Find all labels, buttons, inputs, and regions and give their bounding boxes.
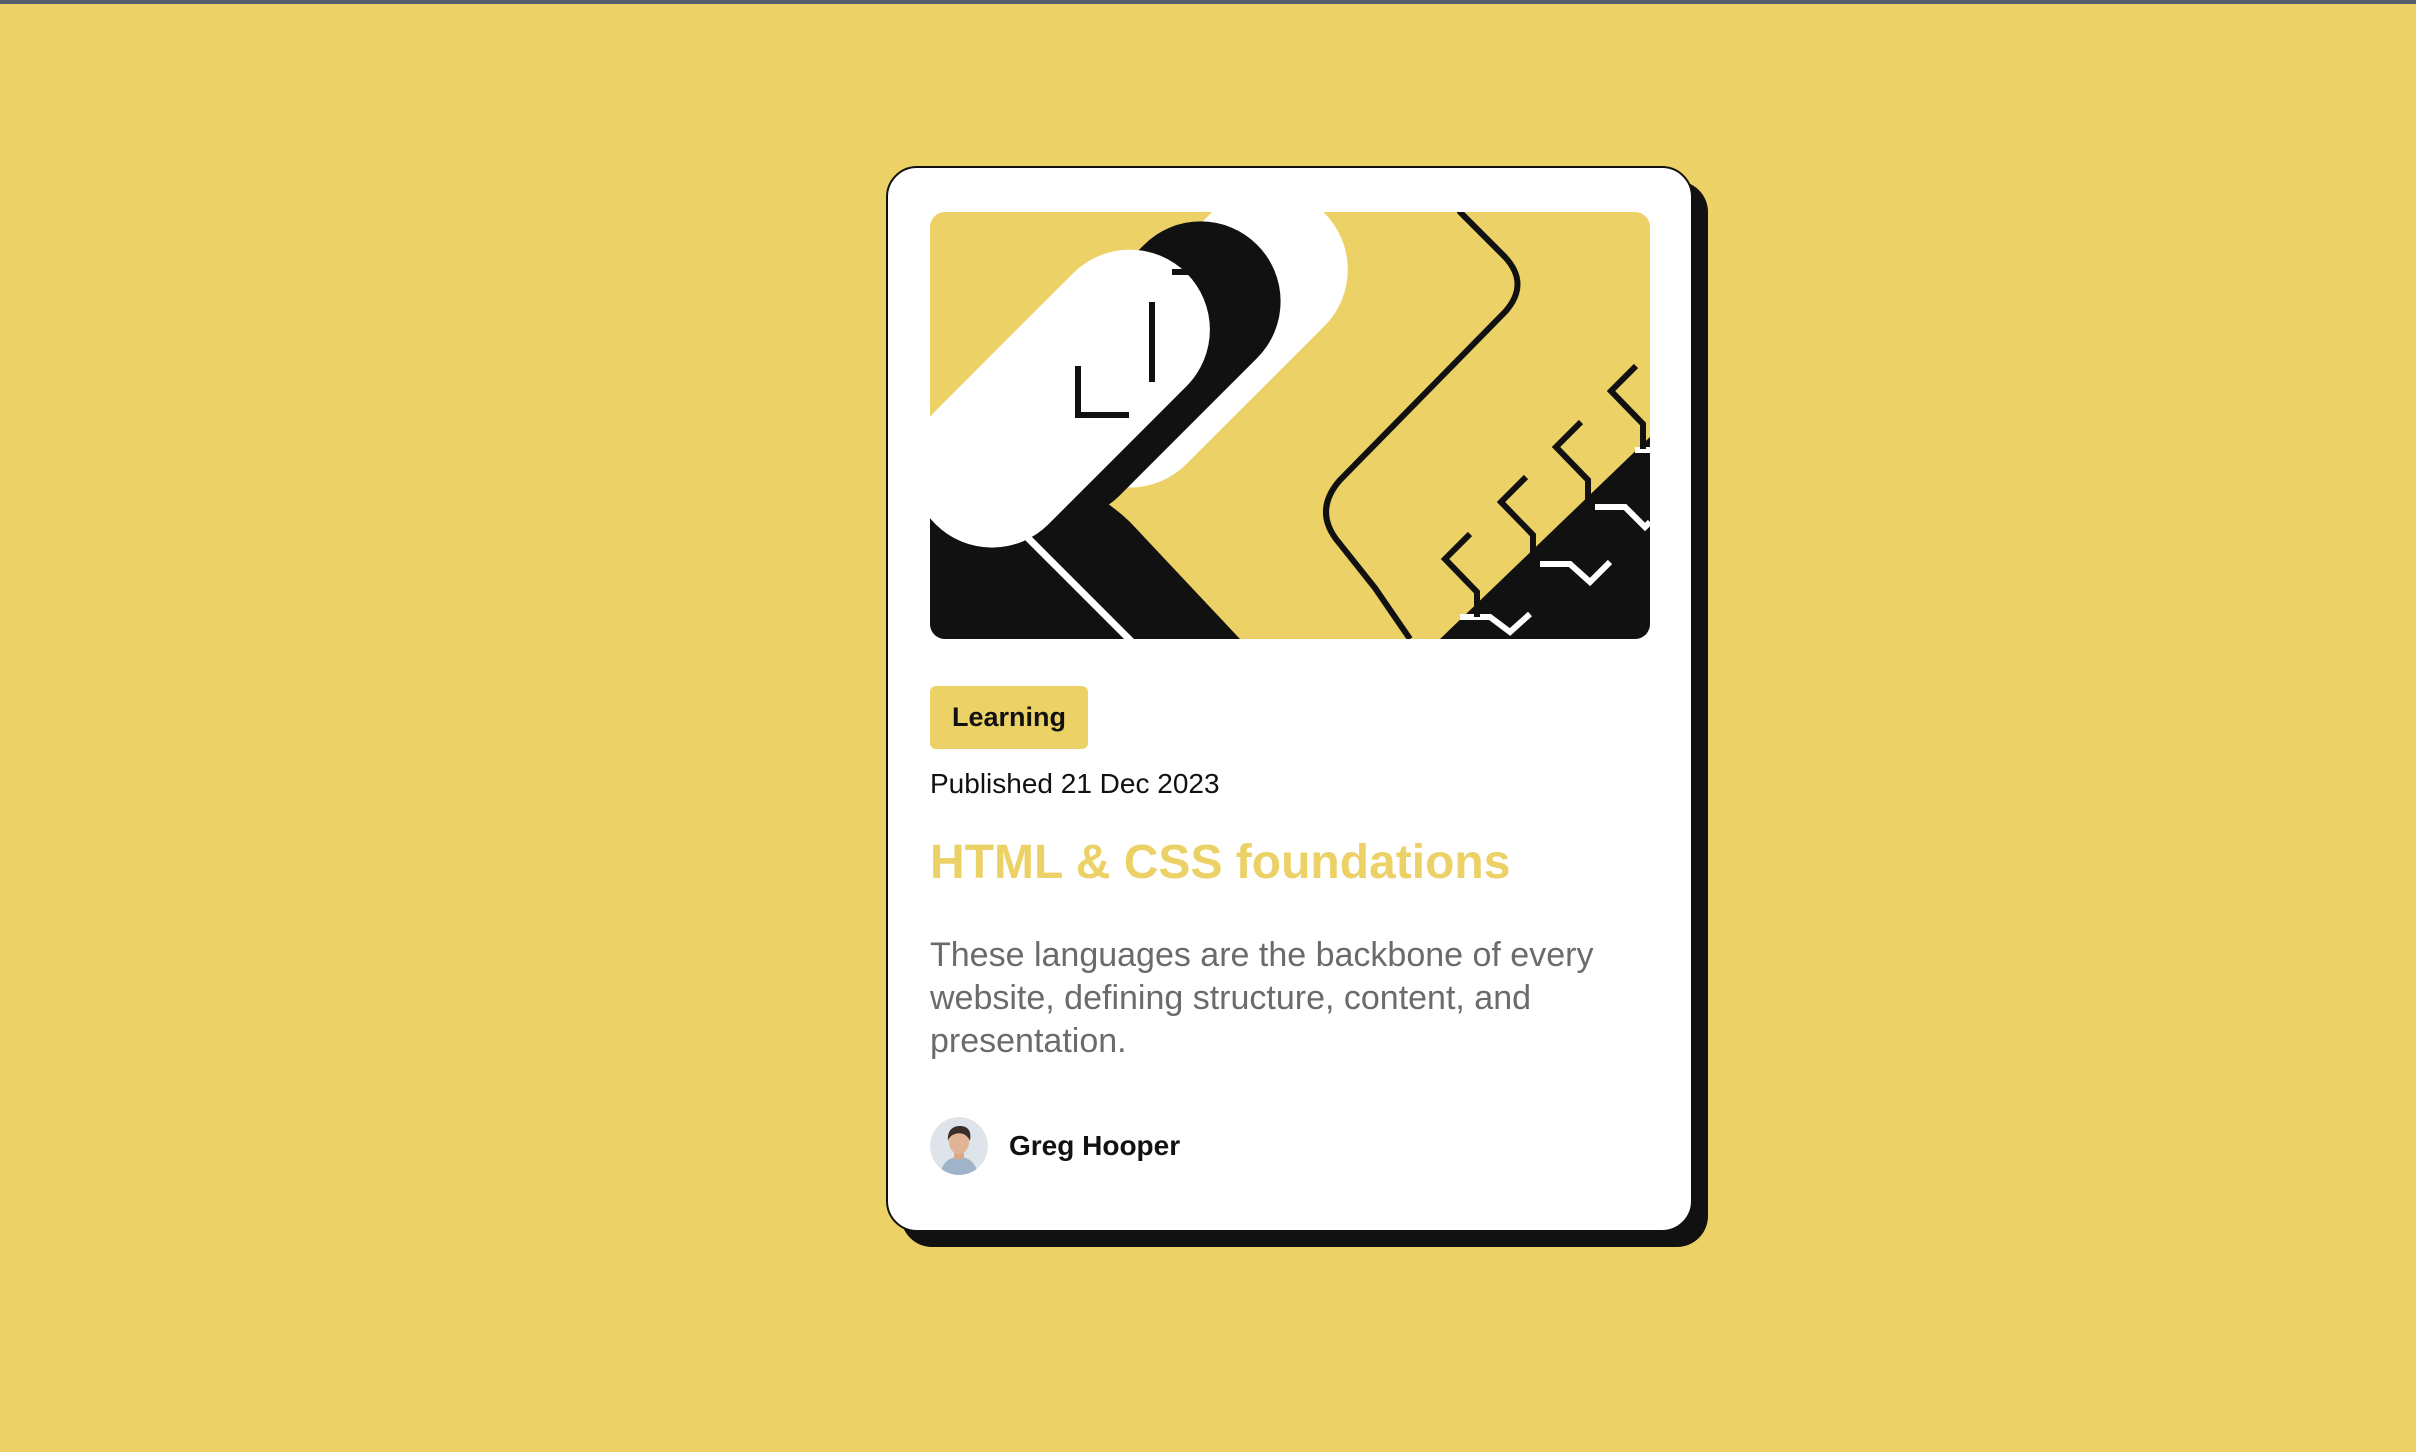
card-title[interactable]: HTML & CSS foundations	[930, 835, 1510, 890]
author-name: Greg Hooper	[1009, 1130, 1181, 1161]
author-avatar-icon	[930, 1117, 988, 1175]
blog-preview-card: Learning Published 21 Dec 2023 HTML & CS…	[886, 166, 1693, 1232]
published-date: Published 21 Dec 2023	[930, 768, 1220, 799]
card-description: These languages are the backbone of ever…	[930, 936, 1594, 1060]
hero-illustration	[930, 212, 1650, 639]
window-top-border	[0, 0, 2416, 4]
category-tag: Learning	[930, 686, 1088, 749]
author-block: Greg Hooper	[930, 1116, 1180, 1176]
